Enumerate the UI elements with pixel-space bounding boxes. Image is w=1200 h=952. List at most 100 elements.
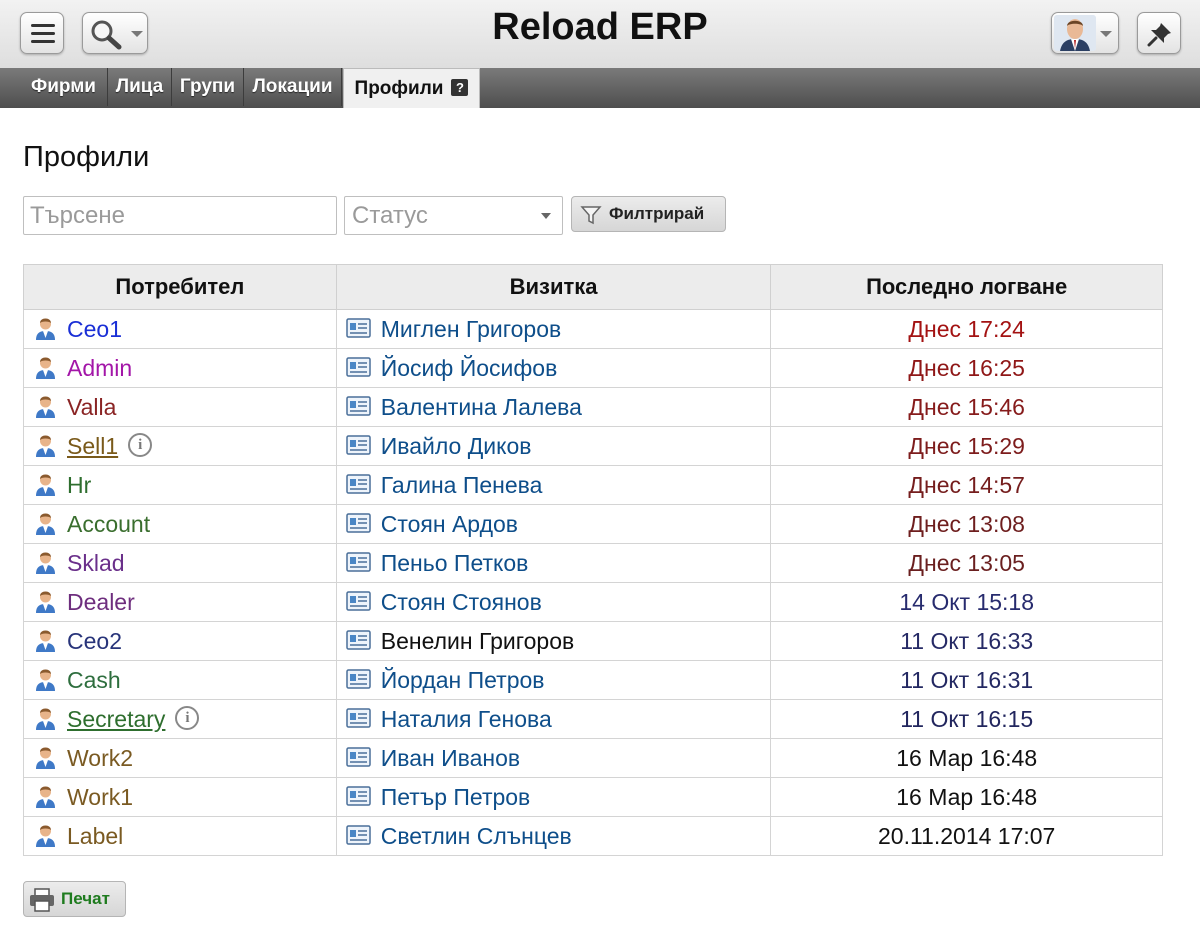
user-link[interactable]: Ceo1 bbox=[67, 316, 122, 342]
user-cell: Admin bbox=[23, 348, 337, 388]
user-link[interactable]: Label bbox=[67, 823, 123, 849]
table-row: Cash Йордан Петров 11 Окт 16:31 bbox=[23, 660, 1163, 700]
user-icon bbox=[36, 825, 55, 847]
business-card-icon bbox=[345, 513, 371, 534]
table-row: Admin Йосиф Йосифов Днес 16:25 bbox=[23, 348, 1163, 388]
card-link[interactable]: Ивайло Диков bbox=[381, 433, 532, 459]
last-login-value: 11 Окт 16:15 bbox=[900, 705, 1034, 732]
user-link[interactable]: Work1 bbox=[67, 784, 133, 810]
business-card-icon bbox=[345, 474, 371, 495]
card-cell: Венелин Григоров bbox=[335, 621, 772, 661]
user-link[interactable]: Sklad bbox=[67, 550, 125, 576]
card-cell: Галина Пенева bbox=[335, 465, 772, 505]
help-icon[interactable]: ? bbox=[451, 78, 469, 96]
table-row: Label Светлин Слънцев 20.11.2014 17:07 bbox=[23, 816, 1163, 856]
user-cell: Dealer bbox=[23, 582, 337, 622]
user-menu-button[interactable] bbox=[1051, 12, 1119, 54]
user-link[interactable]: Account bbox=[67, 511, 150, 537]
last-login-cell: 11 Окт 16:15 bbox=[770, 699, 1163, 739]
tab-bar: Фирми Лица Групи Локации Профили? bbox=[0, 68, 1200, 108]
user-cell: Valla bbox=[23, 387, 337, 427]
business-card-icon bbox=[345, 825, 371, 846]
info-icon[interactable]: i bbox=[128, 433, 153, 458]
business-card-icon bbox=[345, 357, 371, 378]
business-card-icon bbox=[345, 747, 371, 768]
funnel-icon bbox=[580, 206, 602, 225]
card-link[interactable]: Пеньо Петков bbox=[381, 550, 529, 576]
card-link[interactable]: Светлин Слънцев bbox=[381, 823, 572, 849]
user-link[interactable]: Ceo2 bbox=[67, 628, 122, 654]
business-card-icon bbox=[345, 591, 371, 612]
page-title: Профили bbox=[23, 141, 150, 173]
card-link[interactable]: Стоян Стоянов bbox=[381, 589, 542, 615]
tab-groups[interactable]: Групи bbox=[172, 68, 244, 106]
card-link[interactable]: Венелин Григоров bbox=[381, 628, 575, 654]
user-link[interactable]: Admin bbox=[67, 355, 132, 381]
user-cell: Work2 bbox=[23, 738, 337, 778]
column-header-user[interactable]: Потребител bbox=[23, 264, 337, 310]
card-link[interactable]: Йордан Петров bbox=[381, 667, 545, 693]
info-icon[interactable]: i bbox=[175, 706, 200, 731]
user-link[interactable]: Cash bbox=[67, 667, 121, 693]
tab-profiles[interactable]: Профили? bbox=[343, 68, 480, 108]
printer-icon bbox=[30, 888, 54, 912]
last-login-value: 20.11.2014 17:07 bbox=[878, 822, 1056, 849]
card-link[interactable]: Йосиф Йосифов bbox=[381, 355, 558, 381]
last-login-value: Днес 13:05 bbox=[908, 549, 1025, 576]
status-select[interactable]: Статус bbox=[344, 196, 563, 235]
tab-profiles-label: Профили bbox=[354, 78, 444, 99]
user-link[interactable]: Hr bbox=[67, 472, 91, 498]
filter-button-label: Филтрирай bbox=[609, 204, 705, 223]
business-card-icon bbox=[345, 435, 371, 456]
tab-firms[interactable]: Фирми bbox=[20, 68, 108, 106]
user-icon bbox=[36, 318, 55, 340]
last-login-cell: Днес 15:46 bbox=[770, 387, 1163, 427]
tab-locations[interactable]: Локации bbox=[244, 68, 342, 106]
last-login-cell: 11 Окт 16:33 bbox=[770, 621, 1163, 661]
card-cell: Ивайло Диков bbox=[335, 426, 772, 466]
card-link[interactable]: Наталия Генова bbox=[381, 706, 552, 732]
last-login-value: 11 Окт 16:31 bbox=[900, 666, 1034, 693]
user-cell: Sklad bbox=[23, 543, 337, 583]
last-login-value: 14 Окт 15:18 bbox=[899, 588, 1035, 615]
search-input[interactable] bbox=[23, 196, 337, 235]
user-icon bbox=[36, 435, 55, 457]
user-cell: Secretary i bbox=[23, 699, 337, 739]
last-login-value: 16 Мар 16:48 bbox=[896, 783, 1038, 810]
business-card-icon bbox=[345, 396, 371, 417]
column-header-last-login[interactable]: Последно логване bbox=[770, 264, 1163, 310]
print-button[interactable]: Печат bbox=[23, 881, 126, 917]
table-row: Sell1 i Ивайло Диков Днес 15:29 bbox=[23, 426, 1163, 466]
card-link[interactable]: Миглен Григоров bbox=[381, 316, 561, 342]
card-link[interactable]: Стоян Ардов bbox=[381, 511, 518, 537]
last-login-value: 16 Мар 16:48 bbox=[896, 744, 1038, 771]
user-icon bbox=[36, 786, 55, 808]
card-link[interactable]: Галина Пенева bbox=[381, 472, 543, 498]
user-link[interactable]: Sell1 bbox=[67, 433, 118, 459]
user-link[interactable]: Dealer bbox=[67, 589, 135, 615]
table-row: Ceo2 Венелин Григоров 11 Окт 16:33 bbox=[23, 621, 1163, 661]
card-link[interactable]: Петър Петров bbox=[381, 784, 531, 810]
filter-button[interactable]: Филтрирай bbox=[571, 196, 726, 232]
user-link[interactable]: Valla bbox=[67, 394, 116, 420]
last-login-cell: 16 Мар 16:48 bbox=[770, 738, 1163, 778]
card-link[interactable]: Валентина Лалева bbox=[381, 394, 582, 420]
column-header-card[interactable]: Визитка bbox=[335, 264, 772, 310]
status-select-value: Статус bbox=[352, 202, 428, 229]
last-login-cell: Днес 17:24 bbox=[770, 309, 1163, 349]
chevron-down-icon bbox=[541, 213, 551, 219]
card-cell: Миглен Григоров bbox=[335, 309, 772, 349]
pin-button[interactable] bbox=[1137, 12, 1181, 54]
tab-persons[interactable]: Лица bbox=[108, 68, 172, 106]
user-link[interactable]: Secretary bbox=[67, 706, 165, 732]
user-link[interactable]: Work2 bbox=[67, 745, 133, 771]
user-icon bbox=[36, 474, 55, 496]
card-link[interactable]: Иван Иванов bbox=[381, 745, 520, 771]
user-cell: Work1 bbox=[23, 777, 337, 817]
table-row: Dealer Стоян Стоянов 14 Окт 15:18 bbox=[23, 582, 1163, 622]
user-cell: Ceo2 bbox=[23, 621, 337, 661]
app-header: Reload ERP bbox=[0, 0, 1200, 68]
last-login-cell: 20.11.2014 17:07 bbox=[770, 816, 1163, 856]
user-icon bbox=[36, 708, 55, 730]
card-cell: Стоян Ардов bbox=[335, 504, 772, 544]
